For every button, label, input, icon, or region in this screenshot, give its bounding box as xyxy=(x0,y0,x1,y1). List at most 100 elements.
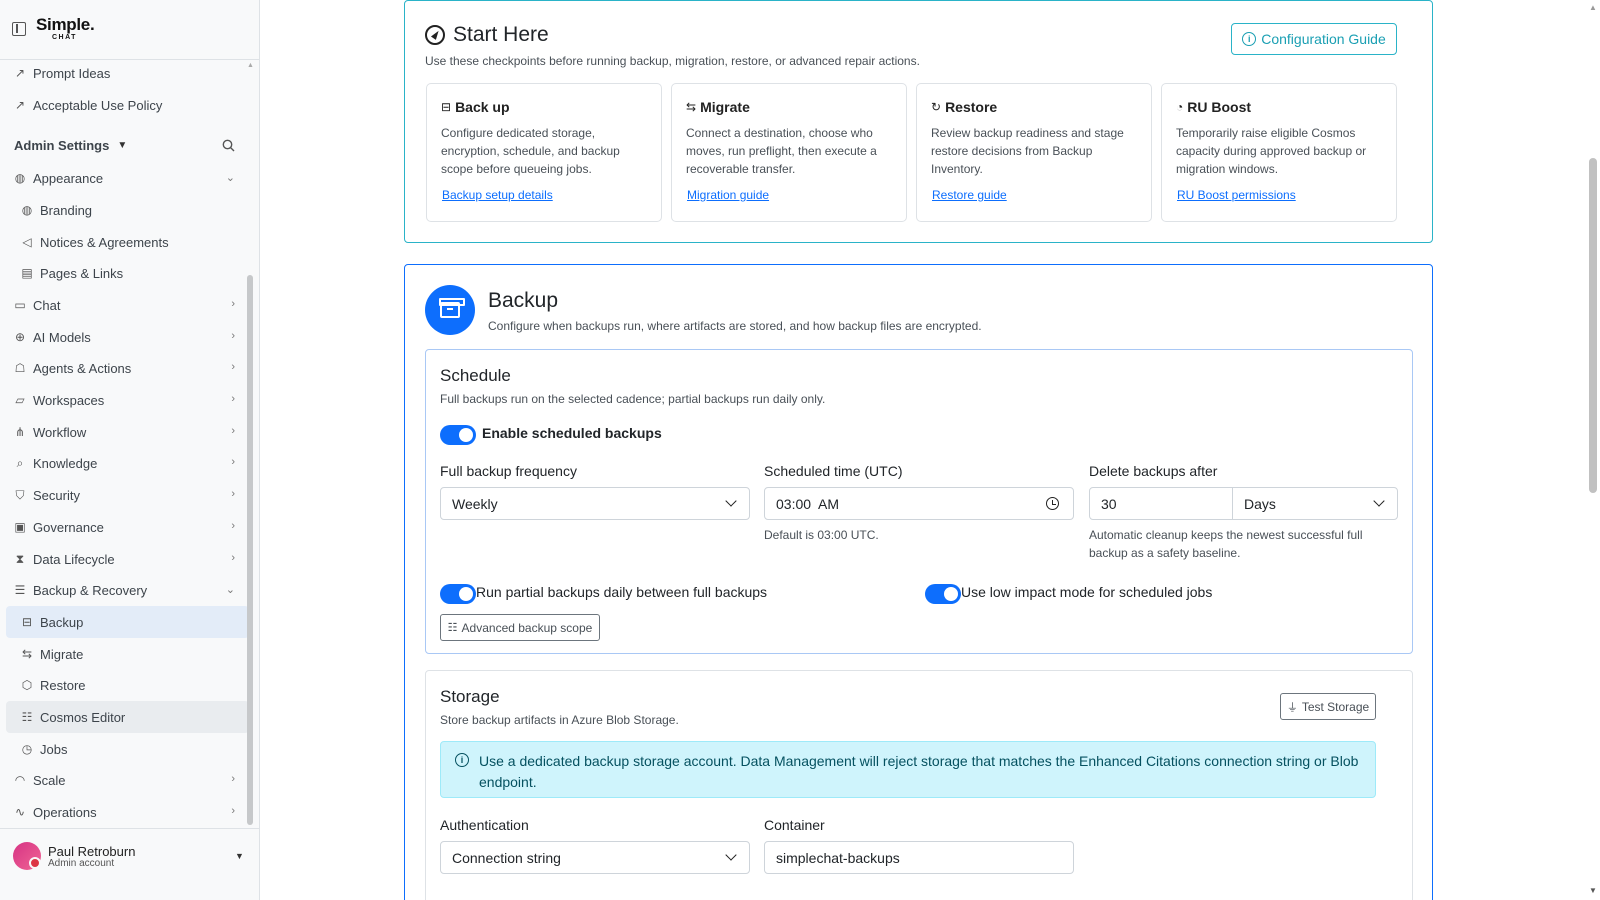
sidebar-item-data-lifecycle[interactable]: ⧗ Data Lifecycle › xyxy=(6,543,249,575)
info-icon: i xyxy=(1242,32,1257,46)
app-logo[interactable]: Simple. CHAT xyxy=(36,16,95,41)
chevron-right-icon: › xyxy=(231,298,235,310)
storage-alert: i Use a dedicated backup storage account… xyxy=(440,741,1376,798)
main-content: Start Here Use these checkpoints before … xyxy=(260,0,1585,900)
user-role: Admin account xyxy=(48,858,115,869)
partial-backups-toggle[interactable] xyxy=(440,584,476,604)
info-icon: i xyxy=(455,753,469,767)
sidebar-scrollbar-thumb[interactable] xyxy=(247,275,253,825)
start-here-title: Start Here xyxy=(425,23,549,47)
page-scrollbar-thumb[interactable] xyxy=(1589,158,1597,493)
scheduled-time-input[interactable]: 03:00 AM xyxy=(764,487,1074,520)
backup-title: Backup xyxy=(488,289,559,312)
chat-icon: ▭ xyxy=(14,298,26,312)
caret-down-icon[interactable]: ▼ xyxy=(235,851,244,861)
container-input[interactable]: simplechat-backups xyxy=(764,841,1074,874)
scroll-up-icon[interactable]: ▲ xyxy=(247,62,254,69)
sidebar-item-backup[interactable]: ⊟ Backup xyxy=(6,606,249,638)
sidebar-scrollbar[interactable]: ▲ xyxy=(246,60,254,830)
partial-backups-label: Run partial backups daily between full b… xyxy=(476,584,768,600)
admin-settings-header[interactable]: Admin Settings ▼ xyxy=(14,138,127,153)
user-menu[interactable]: Paul Retroburn Admin account ▼ xyxy=(0,828,259,900)
configuration-guide-button[interactable]: i Configuration Guide xyxy=(1231,23,1397,55)
delete-after-label: Delete backups after xyxy=(1089,463,1218,479)
chevron-down-icon xyxy=(725,495,737,507)
start-here-card: Start Here Use these checkpoints before … xyxy=(404,0,1433,243)
enable-scheduled-backups-toggle[interactable] xyxy=(440,425,476,445)
sidebar-item-governance[interactable]: ▣ Governance › xyxy=(6,511,249,543)
chevron-down-icon: ⌄ xyxy=(225,584,235,596)
tile-back-up: ⊟ Back up Configure dedicated storage, en… xyxy=(426,83,662,222)
sidebar-item-jobs[interactable]: ◷ Jobs xyxy=(6,733,249,765)
tile-restore: ↻ Restore Review backup readiness and sta… xyxy=(916,83,1152,222)
sidebar-item-restore[interactable]: ⬡ Restore xyxy=(6,669,249,701)
ru-boost-permissions-link[interactable]: RU Boost permissions xyxy=(1177,188,1296,202)
arrows-icon: ⇆ xyxy=(686,100,697,114)
restore-guide-link[interactable]: Restore guide xyxy=(932,188,1007,202)
scroll-up-icon[interactable]: ▲ xyxy=(1589,3,1597,12)
sidebar-link-prompt-ideas[interactable]: ↗ Prompt Ideas xyxy=(6,60,249,89)
authentication-label: Authentication xyxy=(440,817,529,833)
chevron-right-icon: › xyxy=(231,456,235,468)
schedule-title: Schedule xyxy=(440,366,511,385)
schedule-section: Schedule Full backups run on the selecte… xyxy=(425,349,1413,654)
storage-title: Storage xyxy=(440,687,500,706)
scheduled-time-help: Default is 03:00 UTC. xyxy=(764,528,879,542)
sidebar-item-workflow[interactable]: ⋔ Workflow › xyxy=(6,416,249,448)
tile-ru-boost: ◔ RU Boost Temporarily raise eligible Cos… xyxy=(1161,83,1397,222)
activity-icon: ∿ xyxy=(14,805,26,819)
backup-setup-details-link[interactable]: Backup setup details xyxy=(442,188,553,202)
sidebar-item-operations[interactable]: ∿ Operations › xyxy=(6,796,249,828)
sidebar-link-acceptable-use-policy[interactable]: ↗ Acceptable Use Policy xyxy=(6,89,249,121)
sidebar-item-scale[interactable]: ◠ Scale › xyxy=(6,764,249,796)
sidebar-item-agents-actions[interactable]: ☖ Agents & Actions › xyxy=(6,352,249,384)
chevron-right-icon: › xyxy=(231,520,235,532)
sidebar-item-chat[interactable]: ▭ Chat › xyxy=(6,289,249,321)
tile-migrate: ⇆ Migrate Connect a destination, choose w… xyxy=(671,83,907,222)
clock-icon[interactable] xyxy=(1046,497,1059,510)
external-link-icon: ↗ xyxy=(14,98,26,112)
sidebar-item-migrate[interactable]: ⇆ Migrate xyxy=(6,638,249,670)
chevron-right-icon: › xyxy=(231,393,235,405)
sidebar-item-cosmos-editor[interactable]: ☷ Cosmos Editor xyxy=(6,701,249,733)
test-storage-button[interactable]: ⏚ Test Storage xyxy=(1280,693,1376,720)
delete-after-unit-select[interactable]: Days xyxy=(1232,487,1398,520)
status-badge xyxy=(29,857,41,869)
low-impact-mode-toggle[interactable] xyxy=(925,584,961,604)
caret-down-icon: ▼ xyxy=(117,140,128,151)
folder-icon: ▱ xyxy=(15,393,25,407)
chevron-right-icon: › xyxy=(231,805,235,817)
admin-search-icon[interactable] xyxy=(222,139,235,155)
sidebar-toggle-icon[interactable] xyxy=(12,22,26,36)
sidebar-item-ai-models[interactable]: ⊕ AI Models › xyxy=(6,321,249,353)
box-icon: ⬡ xyxy=(21,678,33,692)
database-edit-icon: ☷ xyxy=(21,710,33,724)
sidebar-item-appearance[interactable]: ◍ Appearance ⌄ xyxy=(6,162,249,194)
sidebar-item-security[interactable]: ⛉ Security › xyxy=(6,479,249,511)
sidebar-item-pages-links[interactable]: ▤ Pages & Links xyxy=(6,257,249,289)
enable-scheduled-backups-label: Enable scheduled backups xyxy=(482,425,662,441)
chevron-down-icon xyxy=(1373,495,1385,507)
frequency-select[interactable]: Weekly xyxy=(440,487,750,520)
page-scrollbar[interactable]: ▲ ▼ xyxy=(1585,0,1600,900)
sidebar-item-branding[interactable]: ◍ Branding xyxy=(6,194,249,226)
migration-guide-link[interactable]: Migration guide xyxy=(687,188,769,202)
speedometer-icon: ◠ xyxy=(14,773,26,787)
hourglass-icon: ⧗ xyxy=(15,551,25,566)
palette-icon: ◍ xyxy=(14,171,26,185)
advanced-backup-scope-button[interactable]: ☷ Advanced backup scope xyxy=(440,614,600,641)
sidebar-item-notices-agreements[interactable]: ◁ Notices & Agreements xyxy=(6,226,249,258)
sidebar-item-knowledge[interactable]: ⌕ Knowledge › xyxy=(6,447,249,479)
authentication-select[interactable]: Connection string xyxy=(440,841,750,874)
start-here-subtitle: Use these checkpoints before running bac… xyxy=(425,54,920,68)
delete-after-input[interactable]: 30 xyxy=(1089,487,1233,520)
archive-icon: ⊟ xyxy=(21,615,33,629)
clipboard-icon: ▣ xyxy=(14,520,26,534)
sidebar-item-backup-recovery[interactable]: ☰ Backup & Recovery ⌄ xyxy=(6,574,249,606)
arrows-icon: ⇆ xyxy=(21,647,33,661)
sidebar-item-workspaces[interactable]: ▱ Workspaces › xyxy=(6,384,249,416)
scroll-down-icon[interactable]: ▼ xyxy=(1589,886,1597,895)
chevron-right-icon: › xyxy=(231,425,235,437)
archive-icon xyxy=(425,285,475,335)
megaphone-icon: ◁ xyxy=(22,235,32,249)
